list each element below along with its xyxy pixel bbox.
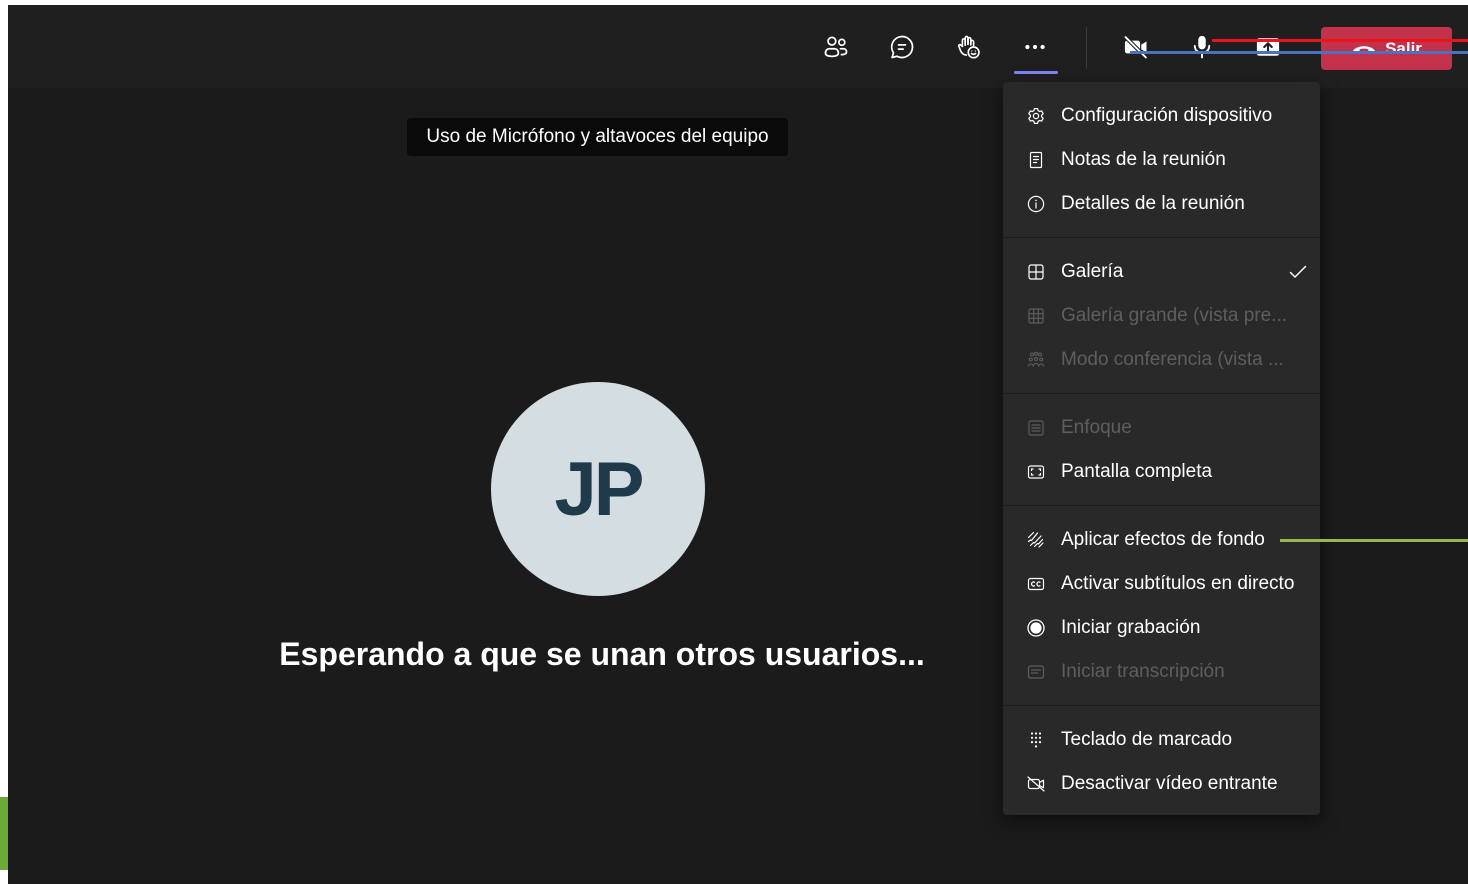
dialpad-icon	[1026, 730, 1046, 750]
meeting-stage: Salir Uso de Micrófono y altavoces del e…	[8, 5, 1468, 884]
camera-toggle-button[interactable]	[1112, 23, 1160, 71]
audio-tooltip: Uso de Micrófono y altavoces del equipo	[407, 118, 788, 156]
menu-item-label: Activar subtítulos en directo	[1061, 573, 1295, 594]
leave-meeting-button[interactable]: Salir	[1321, 27, 1452, 70]
menu-item-label: Teclado de marcado	[1061, 729, 1233, 750]
menu-item-label: Modo conferencia (vista ...	[1061, 349, 1284, 370]
checkmark-icon	[1288, 262, 1308, 282]
large-gallery-icon	[1026, 306, 1046, 326]
participants-button[interactable]	[812, 23, 860, 71]
menu-item-label: Galería	[1061, 261, 1124, 282]
menu-item-live-captions[interactable]: Activar subtítulos en directo	[1003, 562, 1320, 606]
info-icon	[1026, 194, 1046, 214]
avatar: JP	[491, 382, 705, 596]
focus-icon	[1026, 418, 1046, 438]
camera-off-icon	[1122, 33, 1150, 61]
raise-hand-react-icon	[954, 33, 982, 61]
menu-item-meeting-notes[interactable]: Notas de la reunión	[1003, 138, 1320, 182]
menu-item-large-gallery: Galería grande (vista pre...	[1003, 294, 1320, 338]
gear-icon	[1026, 106, 1046, 126]
annotation-line-green	[1280, 539, 1468, 542]
active-tab-indicator	[1014, 71, 1058, 74]
closed-captions-icon	[1026, 574, 1046, 594]
menu-item-meeting-details[interactable]: Detalles de la reunión	[1003, 182, 1320, 226]
menu-item-fullscreen[interactable]: Pantalla completa	[1003, 450, 1320, 494]
menu-item-together-mode: Modo conferencia (vista ...	[1003, 338, 1320, 382]
menu-item-label: Aplicar efectos de fondo	[1061, 529, 1265, 550]
gallery-grid-icon	[1026, 262, 1046, 282]
more-options-icon	[1021, 33, 1049, 61]
menu-divider	[1003, 226, 1320, 250]
menu-item-background-effects[interactable]: Aplicar efectos de fondo	[1003, 518, 1320, 562]
share-screen-icon	[1254, 33, 1282, 61]
menu-item-start-transcription: Iniciar transcripción	[1003, 650, 1320, 694]
menu-item-label: Enfoque	[1061, 417, 1132, 438]
menu-item-device-settings[interactable]: Configuración dispositivo	[1003, 94, 1320, 138]
share-screen-button[interactable]	[1244, 23, 1292, 71]
annotation-line-blue	[1130, 51, 1468, 54]
chat-icon	[888, 33, 916, 61]
toolbar-divider	[1086, 27, 1087, 69]
background-effects-icon	[1026, 530, 1046, 550]
menu-item-gallery[interactable]: Galería	[1003, 250, 1320, 294]
menu-item-label: Iniciar transcripción	[1061, 661, 1225, 682]
chat-button[interactable]	[878, 23, 926, 71]
video-off-icon	[1026, 774, 1046, 794]
menu-item-label: Notas de la reunión	[1061, 149, 1226, 170]
menu-item-start-recording[interactable]: Iniciar grabación	[1003, 606, 1320, 650]
menu-divider	[1003, 494, 1320, 518]
menu-item-label: Galería grande (vista pre...	[1061, 305, 1287, 326]
microphone-icon	[1188, 33, 1216, 61]
menu-divider	[1003, 694, 1320, 718]
react-button[interactable]	[944, 23, 992, 71]
menu-item-dialpad[interactable]: Teclado de marcado	[1003, 718, 1320, 762]
meeting-toolbar: Salir	[8, 5, 1468, 88]
people-icon	[822, 33, 850, 61]
annotation-left-marker	[0, 797, 8, 870]
menu-item-label: Desactivar vídeo entrante	[1061, 773, 1278, 794]
menu-divider	[1003, 382, 1320, 406]
notes-icon	[1026, 150, 1046, 170]
together-mode-icon	[1026, 350, 1046, 370]
menu-item-focus: Enfoque	[1003, 406, 1320, 450]
more-options-button[interactable]	[1011, 23, 1059, 71]
microphone-toggle-button[interactable]	[1178, 23, 1226, 71]
more-options-menu: Configuración dispositivo Notas de la re…	[1003, 82, 1320, 815]
menu-item-label: Iniciar grabación	[1061, 617, 1201, 638]
record-icon	[1026, 618, 1046, 638]
avatar-initials: JP	[554, 446, 645, 532]
menu-item-label: Configuración dispositivo	[1061, 105, 1273, 126]
waiting-message: Esperando a que se unan otros usuarios..…	[279, 636, 925, 672]
annotation-line-red	[1212, 39, 1468, 42]
fullscreen-icon	[1026, 462, 1046, 482]
transcription-icon	[1026, 662, 1046, 682]
menu-item-label: Detalles de la reunión	[1061, 193, 1245, 214]
menu-item-label: Pantalla completa	[1061, 461, 1213, 482]
menu-item-turn-off-incoming-video[interactable]: Desactivar vídeo entrante	[1003, 762, 1320, 806]
